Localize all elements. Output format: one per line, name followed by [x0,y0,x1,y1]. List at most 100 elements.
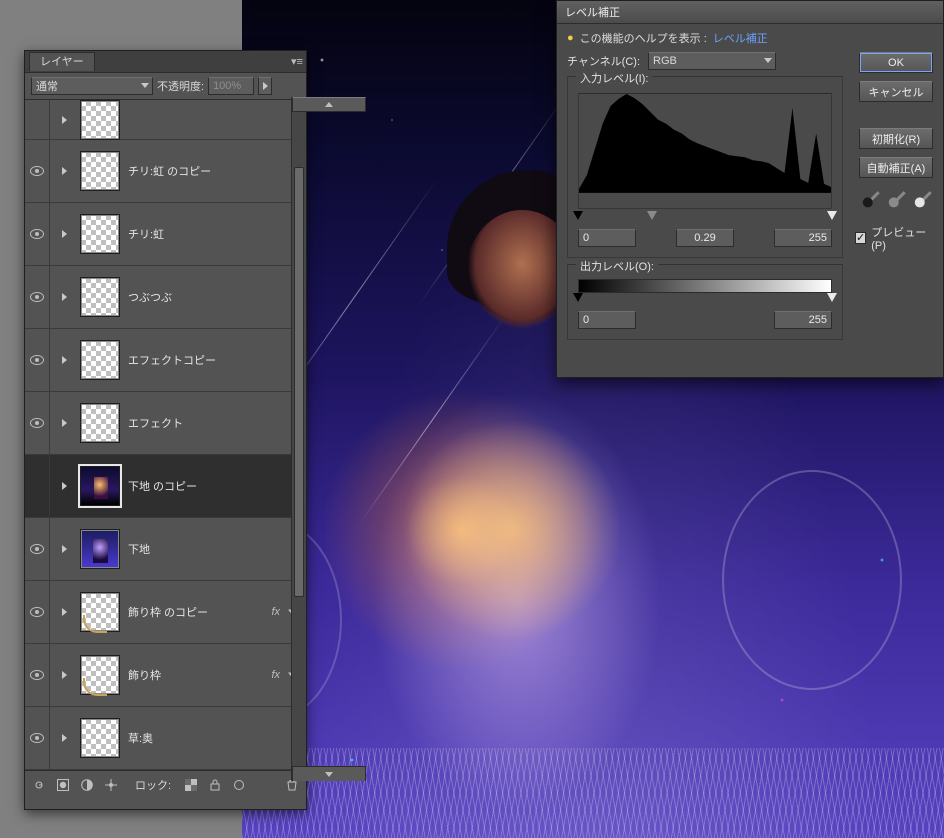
layer-thumbnail[interactable] [80,592,120,632]
lock-transparency-icon[interactable] [183,777,199,793]
layer-row[interactable]: 飾り枠 fx [25,644,306,707]
output-black-field[interactable]: 0 [578,311,636,329]
layer-name[interactable]: 下地 のコピー [128,478,197,494]
help-link[interactable]: レベル補正 [713,30,768,46]
input-black-slider[interactable] [573,211,583,220]
adjustment-layer-icon[interactable] [103,777,119,793]
expand-toggle[interactable] [56,293,72,301]
dialog-titlebar[interactable]: レベル補正 [557,1,943,24]
expand-toggle[interactable] [56,356,72,364]
blend-mode-dropdown[interactable]: 通常 [31,77,153,95]
layer-thumbnail[interactable] [80,529,120,569]
expand-toggle[interactable] [56,545,72,553]
expand-toggle[interactable] [56,482,72,490]
layer-thumbnail[interactable] [80,340,120,380]
ok-button[interactable]: OK [859,52,933,73]
layer-name[interactable]: エフェクトコピー [128,352,216,368]
expand-toggle[interactable] [56,608,72,616]
scroll-up-button[interactable] [292,97,366,112]
layer-row[interactable] [25,100,306,140]
link-layers-icon[interactable] [31,777,47,793]
layer-name[interactable]: 飾り枠 [128,667,161,683]
layer-row[interactable]: 草:奥 [25,707,306,770]
visibility-toggle[interactable] [25,644,50,706]
expand-toggle[interactable] [56,671,72,679]
cancel-button[interactable]: キャンセル [859,81,933,102]
panel-menu-icon[interactable]: ▾≡ [288,53,306,71]
channel-dropdown[interactable]: RGB [648,52,776,70]
visibility-toggle[interactable] [25,455,50,517]
chevron-right-icon [62,671,67,679]
fx-badge[interactable]: fx [271,669,280,681]
layer-name[interactable]: つぶつぶ [128,289,172,305]
auto-button[interactable]: 自動補正(A) [859,157,933,178]
eyedropper-gray-icon[interactable] [885,188,910,213]
lock-position-icon[interactable] [231,777,247,793]
opacity-field[interactable]: 100% [208,77,254,95]
expand-toggle[interactable] [56,734,72,742]
visibility-toggle[interactable] [25,140,50,202]
layer-mask-icon[interactable] [79,777,95,793]
layer-thumbnail[interactable] [80,151,120,191]
layers-tab[interactable]: レイヤー [29,52,95,71]
expand-toggle[interactable] [56,230,72,238]
layer-row[interactable]: チリ:虹 のコピー [25,140,306,203]
layer-list-scrollbar[interactable] [291,97,306,781]
layer-thumbnail[interactable] [80,655,120,695]
layer-name[interactable]: 草:奥 [128,730,153,746]
eyedropper-white-icon[interactable] [911,188,936,213]
output-white-field[interactable]: 255 [774,311,832,329]
visibility-toggle[interactable] [25,581,50,643]
layer-row[interactable]: チリ:虹 [25,203,306,266]
output-white-slider[interactable] [827,293,837,302]
layer-row[interactable]: 下地 [25,518,306,581]
expand-toggle[interactable] [56,419,72,427]
visibility-toggle[interactable] [25,329,50,391]
layer-thumbnail[interactable] [80,466,120,506]
visibility-toggle[interactable] [25,392,50,454]
visibility-toggle[interactable] [25,203,50,265]
layer-thumbnail[interactable] [80,214,120,254]
layer-name[interactable]: エフェクト [128,415,183,431]
expand-toggle[interactable] [56,116,72,124]
layer-row[interactable]: 飾り枠 のコピー fx [25,581,306,644]
layer-thumbnail[interactable] [80,718,120,758]
layer-thumbnail[interactable] [80,403,120,443]
layer-style-icon[interactable] [55,777,71,793]
layer-list[interactable]: チリ:虹 のコピーチリ:虹つぶつぶエフェクトコピーエフェクト下地 のコピー下地飾… [25,100,306,770]
layer-name[interactable]: 飾り枠 のコピー [128,604,208,620]
opacity-slider-flyout[interactable] [258,77,272,95]
input-gamma-slider[interactable] [647,211,657,220]
layer-thumbnail[interactable] [80,100,120,140]
layer-row[interactable]: 下地 のコピー [25,455,306,518]
input-white-field[interactable]: 255 [774,229,832,247]
visibility-toggle[interactable] [25,707,50,769]
layer-row[interactable]: エフェクト [25,392,306,455]
layer-name[interactable]: 下地 [128,541,150,557]
visibility-toggle[interactable] [25,518,50,580]
histogram[interactable] [578,93,832,209]
visibility-toggle[interactable] [25,100,50,139]
output-gradient[interactable] [578,279,832,293]
fx-badge[interactable]: fx [271,606,280,618]
layer-name[interactable]: チリ:虹 [128,226,164,242]
input-sliders-track[interactable] [578,211,832,225]
expand-toggle[interactable] [56,167,72,175]
layer-row[interactable]: エフェクトコピー [25,329,306,392]
scroll-down-button[interactable] [292,766,366,781]
input-white-slider[interactable] [827,211,837,220]
preview-checkbox[interactable]: ✓ [855,232,866,244]
layer-name[interactable]: チリ:虹 のコピー [128,163,211,179]
lock-all-icon[interactable] [207,777,223,793]
output-sliders-track[interactable] [578,293,832,307]
input-gamma-field[interactable]: 0.29 [676,229,734,247]
scrollbar-thumb[interactable] [294,167,304,597]
output-black-slider[interactable] [573,293,583,302]
layer-row[interactable]: つぶつぶ [25,266,306,329]
visibility-toggle[interactable] [25,266,50,328]
eyedropper-black-icon[interactable] [859,188,884,213]
input-black-field[interactable]: 0 [578,229,636,247]
reset-button[interactable]: 初期化(R) [859,128,933,149]
layer-thumbnail[interactable] [80,277,120,317]
dialog-buttons-column: OK キャンセル 初期化(R) 自動補正(A) ✓ プレビュー(P) [855,52,933,340]
